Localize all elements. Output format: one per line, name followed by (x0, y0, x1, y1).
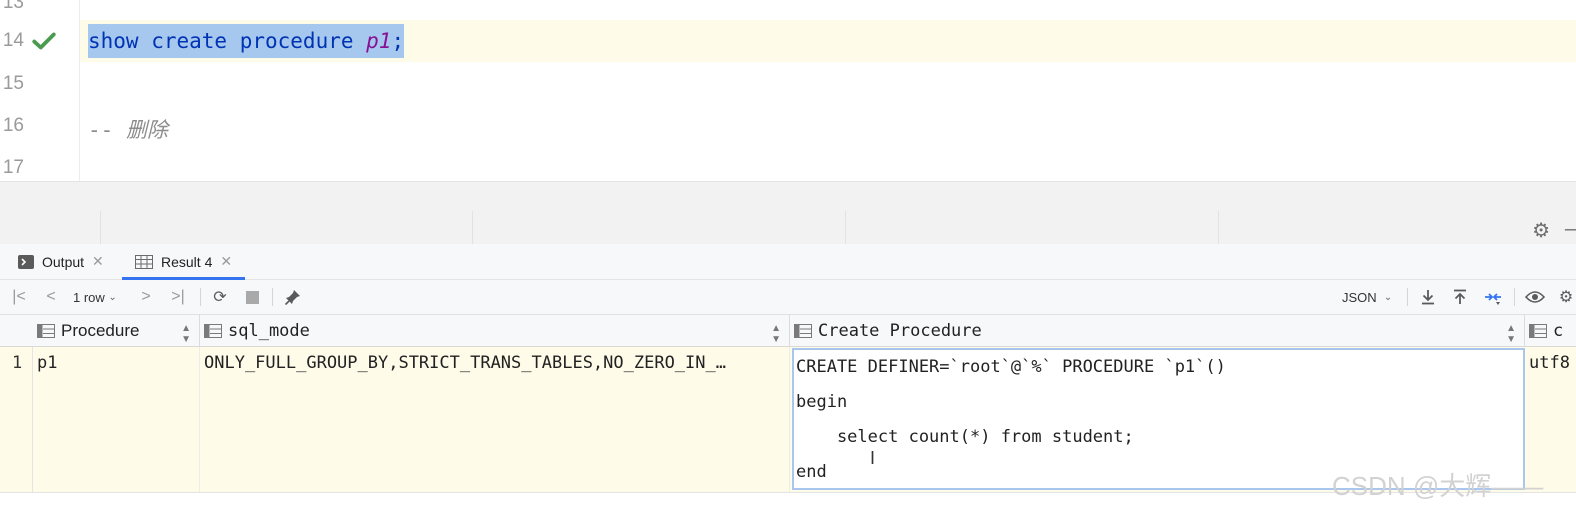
first-page-icon[interactable]: |< (10, 287, 28, 307)
compare-icon[interactable] (1482, 287, 1504, 307)
column-header-create-procedure[interactable]: Create Procedure ▲ ▼ (790, 315, 1525, 346)
result-toolbar: |< < 1 row ⌄ > >| ⟳ JSON ⌄ ⚙ (0, 280, 1576, 315)
row-number: 1 (0, 347, 33, 492)
comment-prefix: -- (88, 118, 126, 142)
column-label: c (1553, 320, 1564, 341)
next-page-icon[interactable]: > (137, 287, 155, 307)
band-divider (845, 211, 846, 244)
chevron-down-icon: ⌄ (108, 291, 117, 303)
procedure-body-line: select count(*) from student; (796, 427, 1134, 447)
sql-editor[interactable]: 13 14 15 16 17 show create procedure p1;… (0, 0, 1576, 181)
editor-result-divider[interactable] (0, 181, 1576, 212)
watermark: CSDN @大辉—— (1332, 471, 1544, 501)
grid-header: Procedure ▲ ▼ sql_mode ▲ ▼ Create Procedur… (0, 315, 1576, 347)
text-cursor-icon: I (870, 448, 876, 468)
stop-icon[interactable] (243, 287, 261, 307)
line-number: 15 (2, 73, 24, 94)
column-label: sql_mode (228, 320, 310, 341)
rows-label: 1 row (73, 289, 105, 305)
upload-icon[interactable] (1450, 287, 1470, 307)
column-icon (1529, 323, 1547, 338)
close-icon[interactable]: ✕ (92, 253, 104, 270)
tab-output-label: Output (42, 253, 85, 270)
column-header-sql-mode[interactable]: sql_mode ▲ ▼ (200, 315, 790, 346)
column-header-procedure[interactable]: Procedure ▲ ▼ (33, 315, 200, 346)
download-icon[interactable] (1418, 287, 1438, 307)
column-header-charset[interactable]: c (1525, 315, 1576, 346)
console-icon (18, 254, 34, 269)
sort-icon[interactable]: ▲ ▼ (771, 323, 781, 345)
line-number: 14 (2, 30, 24, 51)
sort-icon[interactable]: ▲ ▼ (1506, 323, 1516, 345)
tab-result-4-label: Result 4 (161, 253, 213, 270)
code-line-show-create[interactable]: show create procedure p1; (88, 24, 405, 58)
view-icon[interactable] (1524, 287, 1546, 307)
settings-gear-icon[interactable]: ⚙ (1532, 218, 1550, 243)
format-label: JSON (1342, 289, 1377, 305)
close-icon[interactable]: ✕ (220, 253, 232, 270)
procedure-body-line: CREATE DEFINER=`root`@`%` PROCEDURE `p1`… (796, 357, 1226, 377)
executed-check-icon (32, 32, 56, 50)
previous-page-icon[interactable]: < (42, 287, 60, 307)
column-label: Create Procedure (818, 320, 982, 341)
tab-result-4[interactable]: Result 4 ✕ (122, 244, 246, 280)
line-number: 13 (2, 0, 24, 13)
sort-icon[interactable]: ▲ ▼ (181, 323, 191, 345)
procedure-body-line: end (796, 462, 827, 482)
minimize-icon[interactable]: – (1565, 218, 1576, 241)
table-icon (135, 254, 153, 269)
band-divider (1218, 211, 1219, 244)
line-number: 16 (2, 115, 24, 136)
column-icon (37, 323, 55, 338)
procedure-identifier: p1 (366, 29, 392, 53)
band-divider (100, 211, 101, 244)
refresh-icon[interactable]: ⟳ (210, 287, 230, 307)
sql-keywords: show create procedure (88, 29, 367, 53)
column-icon (204, 323, 222, 338)
format-selector[interactable]: JSON ⌄ (1342, 287, 1392, 307)
last-page-icon[interactable]: >| (168, 287, 188, 307)
code-line-comment[interactable]: -- 删除 (88, 114, 168, 144)
result-tabs: Output ✕ Result 4 ✕ (0, 244, 1576, 280)
rows-selector[interactable]: 1 row ⌄ (73, 287, 117, 307)
procedure-body-line: begin (796, 392, 848, 412)
pin-tab-icon[interactable] (283, 287, 303, 307)
statement-terminator: ; (391, 29, 405, 53)
settings-gear-icon[interactable]: ⚙ (1556, 287, 1576, 307)
column-label: Procedure (61, 320, 140, 340)
services-header-band (0, 211, 1576, 244)
cell-sql-mode[interactable]: ONLY_FULL_GROUP_BY,STRICT_TRANS_TABLES,N… (200, 347, 790, 492)
comment-text: 删除 (125, 118, 168, 142)
editor-gutter: 13 14 15 16 17 (0, 0, 80, 181)
cell-procedure[interactable]: p1 (33, 347, 200, 492)
band-divider (472, 211, 473, 244)
column-icon (794, 323, 812, 338)
tab-output[interactable]: Output ✕ (18, 244, 104, 279)
line-number: 17 (2, 157, 24, 178)
chevron-down-icon: ⌄ (1383, 291, 1393, 303)
